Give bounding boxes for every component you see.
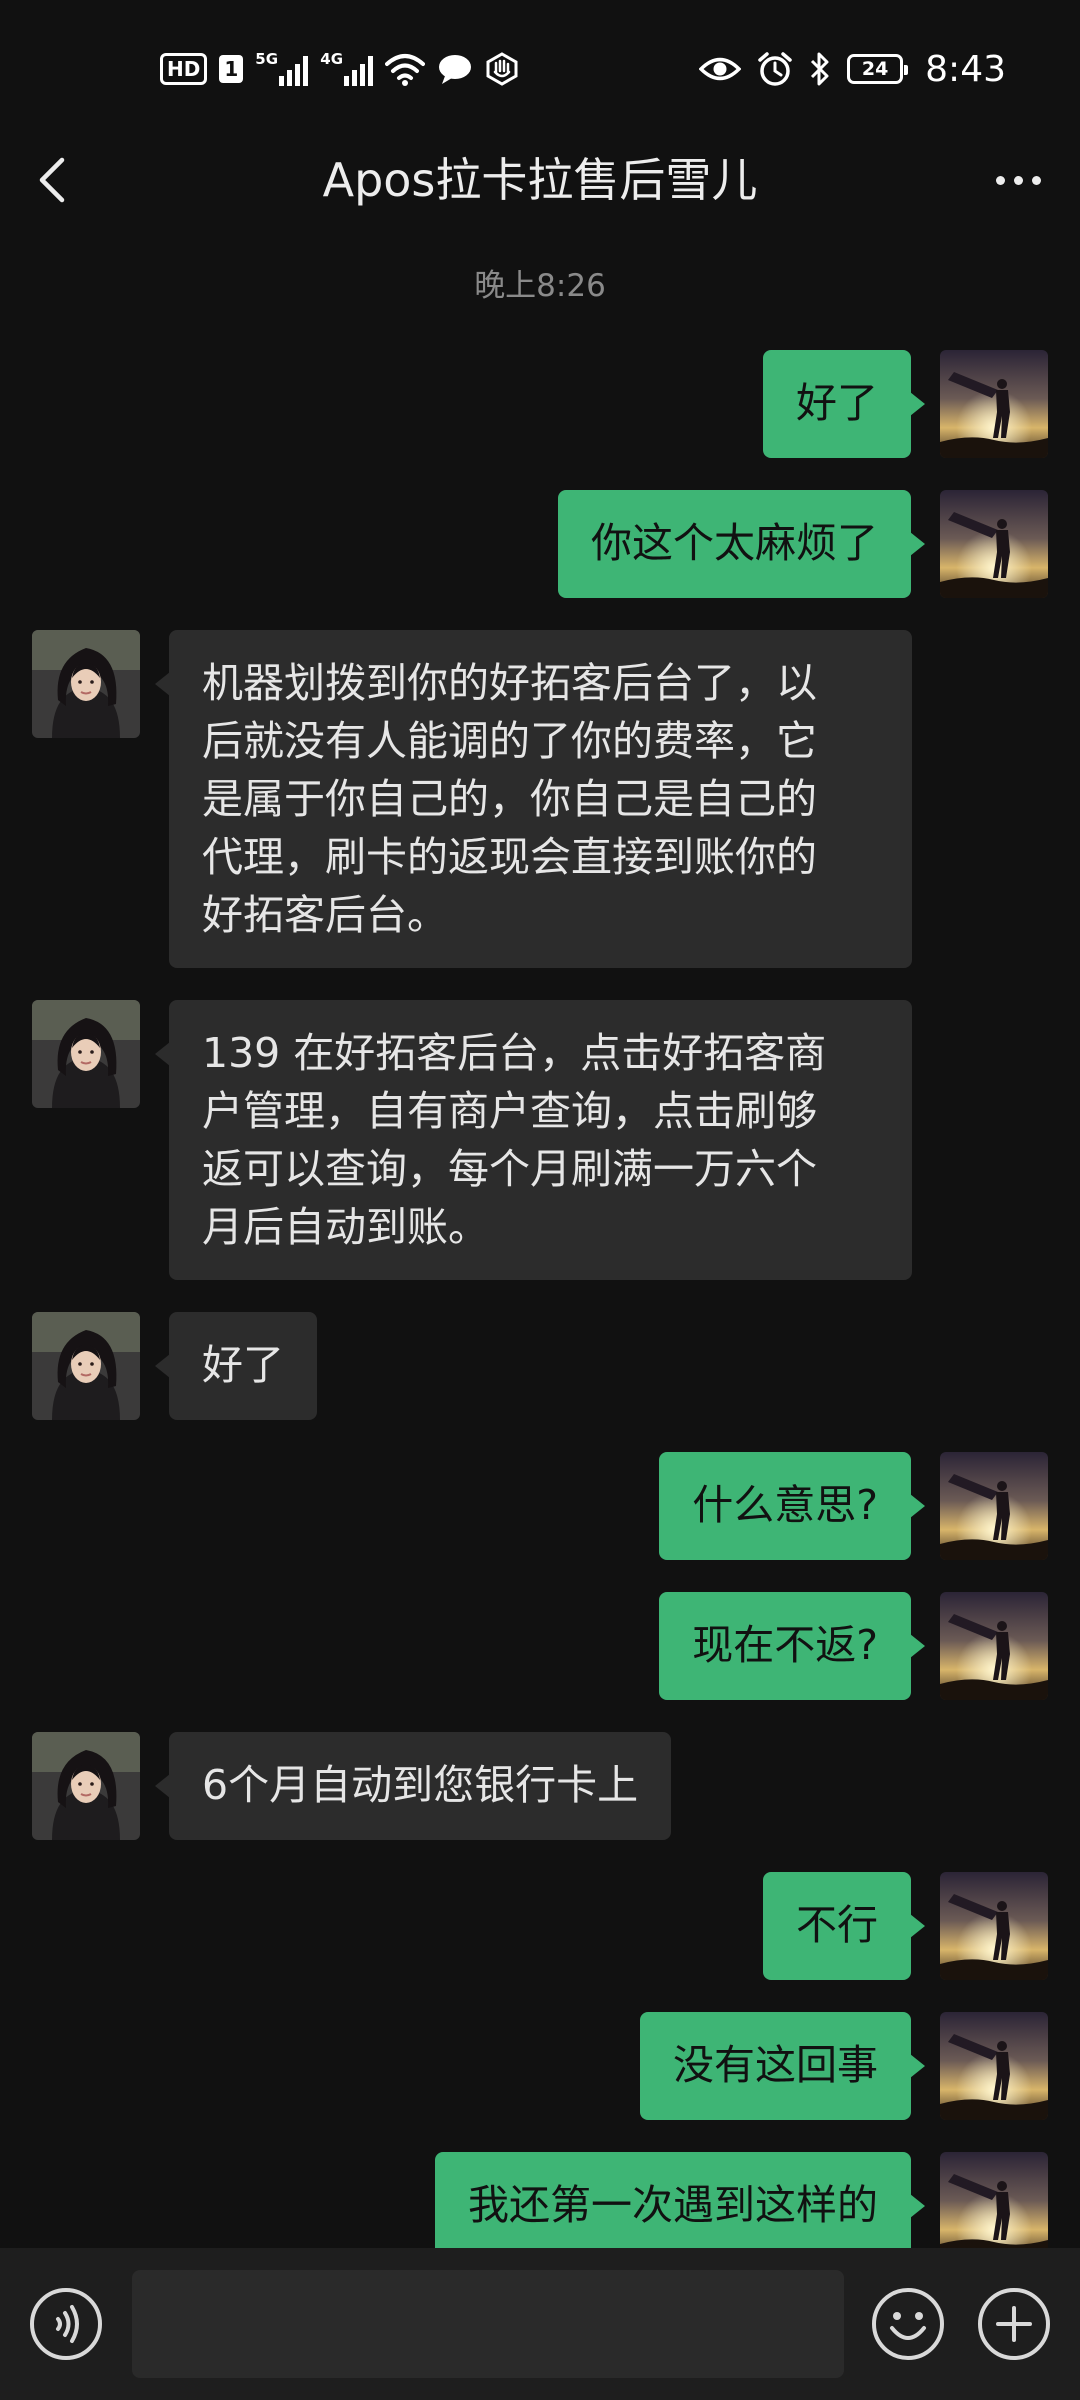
plus-button[interactable]: [976, 2286, 1052, 2362]
message-line: 月后自动到账。: [202, 1203, 489, 1251]
sim-badge: 1: [219, 55, 244, 83]
message-bubble[interactable]: 不行: [763, 1872, 925, 1980]
message-bubble[interactable]: 好了: [155, 1312, 317, 1420]
signal-4g-icon: 4G: [320, 50, 374, 86]
status-right: 24 8:43: [699, 44, 1006, 94]
message-bubble[interactable]: 现在不返?: [659, 1592, 925, 1700]
status-time: 8:43: [925, 48, 1006, 90]
message-line: 户管理，自有商户查询，点击刷够: [202, 1087, 817, 1135]
contact-avatar[interactable]: [32, 1000, 140, 1108]
more-dots-icon: [995, 175, 1005, 185]
battery-icon: 24: [847, 54, 909, 84]
message-bubble[interactable]: 好了: [763, 350, 925, 458]
chat-header: Apos拉卡拉售后雪儿: [0, 130, 1080, 230]
my-avatar[interactable]: [940, 1872, 1048, 1980]
input-bar: [0, 2248, 1080, 2400]
chat-screen: HD 1 5G 4G 24 8:43 Apos拉卡拉售后雪儿 晚上8:26 好了…: [0, 0, 1080, 2400]
back-arrow-icon: [39, 157, 65, 203]
eye-icon: [699, 57, 742, 81]
message-line: 后就没有人能调的了你的费率，它: [202, 717, 817, 765]
message-notification-icon: [439, 55, 472, 84]
my-avatar[interactable]: [940, 2012, 1048, 2120]
battery-level: 24: [861, 58, 889, 80]
message-line: 机器划拨到你的好拓客后台了，以: [202, 659, 817, 707]
message-timestamp: 晚上8:26: [474, 268, 606, 304]
my-avatar[interactable]: [940, 1592, 1048, 1700]
status-bar: HD 1 5G 4G 24 8:43: [0, 0, 1080, 130]
status-left: HD 1 5G 4G: [160, 44, 519, 94]
network-type-1: 5G: [255, 50, 279, 68]
contact-avatar[interactable]: [32, 630, 140, 738]
hand-notification-icon: [486, 52, 518, 86]
message-line: 返可以查询，每个月刷满一万六个: [202, 1145, 817, 1193]
my-avatar[interactable]: [940, 490, 1048, 598]
message-line: 是属于你自己的，你自己是自己的: [202, 775, 817, 823]
bluetooth-icon: [811, 52, 829, 86]
message-bubble[interactable]: 我还第一次遇到这样的: [435, 2152, 925, 2260]
message-input[interactable]: [132, 2270, 844, 2378]
message-bubble[interactable]: 什么意思?: [659, 1452, 925, 1560]
message-bubble[interactable]: 139 在好拓客后台，点击好拓客商 户管理，自有商户查询，点击刷够 返可以查询，…: [155, 1000, 912, 1280]
emoji-icon: [872, 2288, 944, 2360]
chat-title: Apos拉卡拉售后雪儿: [322, 153, 758, 207]
message-bubble[interactable]: 6个月自动到您银行卡上: [154, 1732, 672, 1840]
plus-icon: [978, 2288, 1050, 2360]
signal-5g-icon: 5G: [255, 50, 309, 86]
emoji-button[interactable]: [870, 2286, 946, 2362]
message-bubble[interactable]: 你这个太麻烦了: [558, 490, 925, 598]
more-button[interactable]: [980, 148, 1056, 212]
voice-button[interactable]: [28, 2286, 104, 2362]
contact-avatar[interactable]: [32, 1732, 140, 1840]
message-bubble[interactable]: 没有这回事: [640, 2012, 925, 2120]
message-bubble[interactable]: 机器划拨到你的好拓客后台了，以 后就没有人能调的了你的费率，它 是属于你自己的，…: [155, 630, 912, 968]
network-type-2: 4G: [320, 50, 344, 68]
voice-icon: [30, 2288, 102, 2360]
wifi-icon: [385, 54, 426, 86]
back-button[interactable]: [24, 148, 88, 212]
my-avatar[interactable]: [940, 350, 1048, 458]
hd-badge: HD: [160, 53, 208, 85]
alarm-icon: [758, 52, 792, 86]
my-avatar[interactable]: [940, 2152, 1048, 2260]
message-line: 好拓客后台。: [202, 891, 448, 939]
contact-avatar[interactable]: [32, 1312, 140, 1420]
my-avatar[interactable]: [940, 1452, 1048, 1560]
message-line: 代理，刷卡的返现会直接到账你的: [202, 833, 817, 881]
message-line: 139 在好拓客后台，点击好拓客商: [202, 1029, 827, 1077]
